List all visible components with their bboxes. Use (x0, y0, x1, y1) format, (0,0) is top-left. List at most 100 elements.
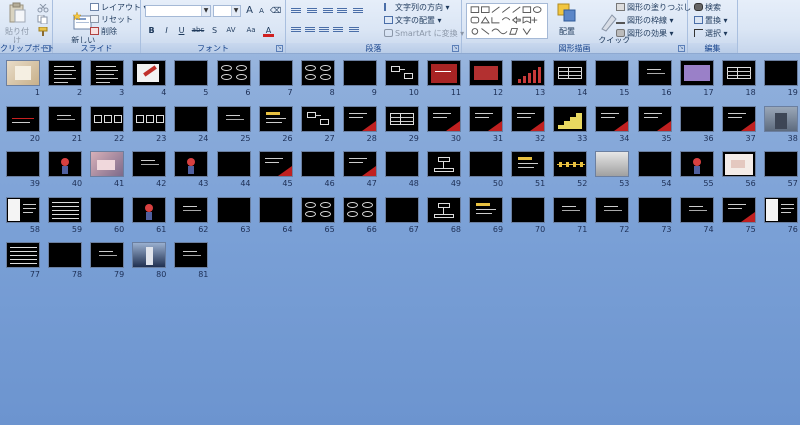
shape-outline-button[interactable]: 図形の枠線 ▾ (616, 16, 674, 26)
slide-preview[interactable] (553, 196, 588, 223)
slide-preview[interactable] (721, 60, 756, 86)
slide-thumbnail[interactable]: 47 (342, 151, 377, 189)
slide-preview[interactable] (6, 60, 40, 86)
slide-thumbnail[interactable]: 39 (6, 151, 40, 189)
slide-thumbnail[interactable]: 10 (384, 60, 419, 98)
slide-preview[interactable] (48, 60, 83, 86)
slide-thumbnail[interactable]: 35 (637, 105, 672, 144)
slide-thumbnail[interactable]: 3 (90, 60, 125, 98)
slide-preview[interactable] (342, 60, 377, 86)
slide-thumbnail[interactable]: 9 (342, 60, 377, 98)
slide-thumbnail[interactable]: 75 (721, 196, 756, 235)
slide-preview[interactable] (6, 105, 40, 132)
slide-thumbnail[interactable]: 64 (258, 196, 293, 235)
slide-preview[interactable] (384, 196, 419, 223)
slide-preview[interactable] (300, 105, 335, 132)
slide-preview[interactable] (300, 60, 335, 86)
slide-preview[interactable] (216, 196, 251, 223)
slide-preview[interactable] (6, 242, 40, 268)
slide-thumbnail[interactable]: 69 (469, 196, 504, 235)
slide-preview[interactable] (132, 105, 167, 132)
slide-preview[interactable] (637, 196, 672, 223)
slide-thumbnail[interactable]: 27 (300, 105, 335, 144)
slide-thumbnail[interactable]: 65 (300, 196, 335, 235)
justify-icon[interactable] (332, 26, 344, 35)
slide-thumbnail[interactable]: 54 (637, 151, 672, 189)
slide-thumbnail[interactable]: 61 (132, 196, 167, 235)
slide-preview[interactable] (427, 105, 461, 132)
slide-preview[interactable] (342, 151, 377, 177)
slide-thumbnail[interactable]: 60 (90, 196, 125, 235)
slide-preview[interactable] (763, 60, 798, 86)
reset-button[interactable]: リセット (90, 15, 133, 25)
slide-preview[interactable] (258, 105, 293, 132)
shape-effects-button[interactable]: 図形の効果 ▾ (616, 29, 674, 39)
slide-thumbnail[interactable]: 17 (679, 60, 714, 98)
slide-preview[interactable] (216, 151, 251, 177)
slide-thumbnail[interactable]: 48 (384, 151, 419, 189)
slide-thumbnail[interactable]: 14 (553, 60, 588, 98)
slide-thumbnail[interactable]: 6 (216, 60, 251, 98)
slide-thumbnail[interactable]: 49 (427, 151, 461, 189)
slide-preview[interactable] (384, 105, 419, 132)
slide-preview[interactable] (763, 196, 798, 223)
slide-preview[interactable] (427, 151, 461, 177)
slide-thumbnail[interactable]: 15 (595, 60, 630, 98)
slide-preview[interactable] (469, 105, 504, 132)
underline-button[interactable]: U (176, 25, 187, 36)
slide-preview[interactable] (342, 196, 377, 223)
slide-preview[interactable] (216, 105, 251, 132)
slide-thumbnail[interactable]: 34 (595, 105, 630, 144)
slide-preview[interactable] (763, 151, 798, 177)
slide-thumbnail[interactable]: 67 (384, 196, 419, 235)
slide-thumbnail[interactable]: 33 (553, 105, 588, 144)
slide-thumbnail[interactable]: 8 (300, 60, 335, 98)
align-right-icon[interactable] (318, 26, 330, 35)
slide-preview[interactable] (553, 60, 588, 86)
slide-preview[interactable] (48, 196, 83, 223)
bold-button[interactable]: B (146, 25, 157, 36)
cut-icon[interactable] (37, 4, 49, 13)
slide-thumbnail[interactable]: 32 (511, 105, 546, 144)
slide-thumbnail[interactable]: 38 (763, 105, 798, 144)
slide-thumbnail[interactable]: 58 (6, 196, 40, 235)
slide-preview[interactable] (48, 151, 83, 177)
slide-thumbnail[interactable]: 13 (511, 60, 546, 98)
slide-thumbnail[interactable]: 31 (469, 105, 504, 144)
slide-preview[interactable] (595, 105, 630, 132)
slide-thumbnail[interactable]: 41 (90, 151, 125, 189)
format-painter-icon[interactable] (37, 27, 49, 36)
slide-preview[interactable] (637, 60, 672, 86)
slide-thumbnail[interactable]: 1 (6, 60, 40, 98)
layout-button[interactable]: レイアウト ▾ (90, 3, 148, 13)
slide-preview[interactable] (132, 242, 167, 268)
shapes-gallery[interactable] (466, 3, 548, 39)
slide-thumbnail[interactable]: 42 (132, 151, 167, 189)
slide-preview[interactable] (174, 242, 209, 268)
align-left-icon[interactable] (290, 26, 302, 35)
slide-thumbnail[interactable]: 63 (216, 196, 251, 235)
slide-thumbnail[interactable]: 56 (721, 151, 756, 189)
slide-thumbnail[interactable]: 37 (721, 105, 756, 144)
slide-preview[interactable] (174, 105, 209, 132)
slide-preview[interactable] (90, 196, 125, 223)
slide-thumbnail[interactable]: 78 (48, 242, 83, 280)
slide-preview[interactable] (469, 196, 504, 223)
slide-preview[interactable] (174, 196, 209, 223)
slide-preview[interactable] (90, 60, 125, 86)
slide-preview[interactable] (553, 151, 588, 177)
smartart-button[interactable]: SmartArt に変換 ▾ (384, 29, 464, 39)
slide-preview[interactable] (48, 242, 83, 268)
slide-thumbnail[interactable]: 62 (174, 196, 209, 235)
slide-thumbnail[interactable]: 25 (216, 105, 251, 144)
arrange-button[interactable]: 配置 (554, 2, 580, 36)
slide-preview[interactable] (258, 60, 293, 86)
slide-preview[interactable] (679, 60, 714, 86)
slide-thumbnail[interactable]: 53 (595, 151, 630, 189)
slide-preview[interactable] (174, 151, 209, 177)
slide-thumbnail[interactable]: 46 (300, 151, 335, 189)
replace-button[interactable]: 置換 ▾ (694, 16, 728, 26)
font-size-combo[interactable]: ▼ (213, 5, 241, 17)
increase-indent-icon[interactable] (336, 7, 348, 16)
slide-thumbnail[interactable]: 66 (342, 196, 377, 235)
